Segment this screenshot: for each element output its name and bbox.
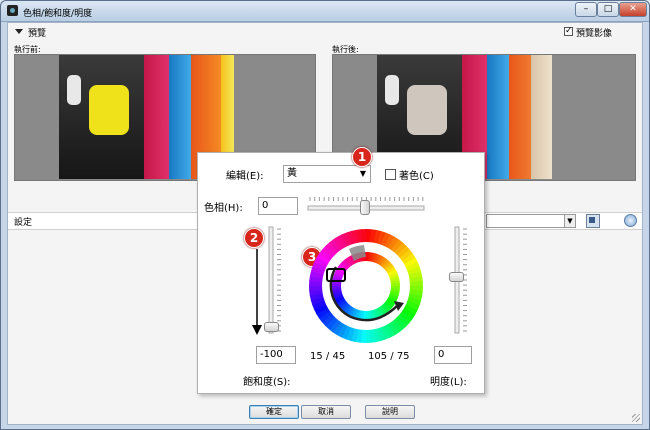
close-button[interactable]: ✕ — [619, 2, 647, 17]
chevron-down-icon[interactable]: ▼ — [360, 166, 366, 182]
hue-saturation-panel: 編輯(E): 黃 ▼ 1 著色(C) 色相(H): 0 2 -100 飽和度(S… — [197, 147, 485, 394]
saturation-input[interactable]: -100 — [256, 346, 296, 364]
annotation-badge-2: 2 — [244, 228, 264, 248]
chevron-down-icon[interactable]: ▼ — [564, 215, 575, 227]
edit-label: 編輯(E): — [226, 171, 264, 182]
collapse-triangle-icon[interactable] — [15, 29, 23, 34]
save-preset-icon[interactable] — [586, 214, 600, 228]
window-title: 色相/飽和度/明度 — [23, 9, 93, 19]
edit-value: 黃 — [287, 168, 297, 179]
lightness-label: 明度(L): — [430, 377, 467, 388]
saturation-label: 飽和度(S): — [243, 377, 291, 388]
settings-label: 設定 — [14, 218, 33, 228]
reset-icon[interactable] — [624, 214, 637, 227]
preview-section-header[interactable]: 預覽 預覽影像 — [8, 23, 642, 40]
colorize-checkbox[interactable] — [385, 169, 396, 180]
title-bar: 色相/飽和度/明度 – □ ✕ — [1, 1, 649, 22]
dialog-window: 色相/飽和度/明度 – □ ✕ 預覽 預覽影像 執行前: 執行後: — [0, 0, 650, 430]
hue-label: 色相(H): — [204, 203, 243, 214]
preview-image-checkbox[interactable] — [564, 25, 573, 37]
saturation-arrow — [252, 249, 262, 335]
hue-slider-thumb[interactable] — [359, 200, 370, 215]
range-right-value: 105 / 75 — [368, 351, 410, 362]
colorize-label[interactable]: 著色(C) — [399, 167, 434, 182]
preset-dropdown[interactable]: ▼ — [486, 214, 576, 228]
hue-input[interactable]: 0 — [258, 197, 298, 215]
preview-image-label[interactable]: 預覽影像 — [576, 26, 612, 39]
hue-color-wheel[interactable] — [306, 227, 426, 345]
preview-section-label: 預覽 — [28, 29, 47, 39]
annotation-badge-1: 1 — [352, 147, 372, 167]
lightness-slider-thumb[interactable] — [449, 272, 464, 282]
range-left-value: 15 / 45 — [310, 351, 346, 362]
maximize-button[interactable]: □ — [597, 2, 619, 17]
help-button[interactable]: 說明 — [365, 405, 415, 419]
edit-dropdown[interactable]: 黃 ▼ — [283, 165, 371, 183]
saturation-slider[interactable] — [266, 225, 286, 337]
cancel-button[interactable]: 取消 — [301, 405, 351, 419]
resize-grip[interactable] — [632, 414, 640, 422]
app-icon — [7, 5, 18, 16]
lightness-input[interactable]: 0 — [434, 346, 472, 364]
saturation-slider-thumb[interactable] — [264, 322, 279, 332]
ok-button[interactable]: 確定 — [249, 405, 299, 419]
minimize-button[interactable]: – — [575, 2, 597, 17]
